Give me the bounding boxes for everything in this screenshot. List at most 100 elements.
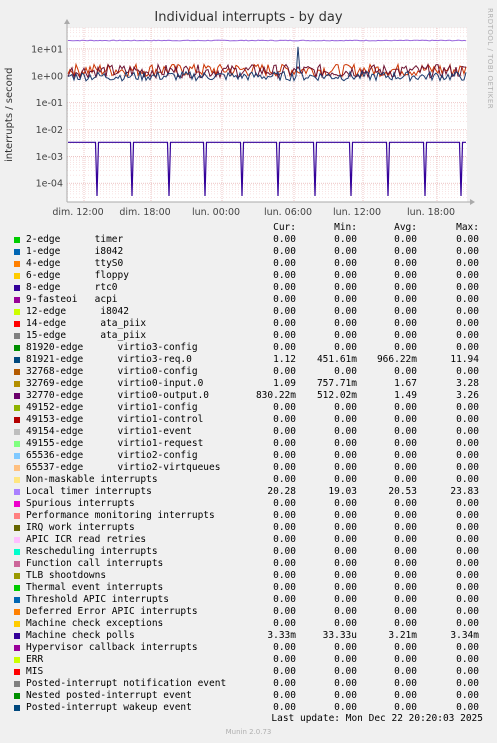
x-tick-label: lun. 06:00 — [264, 207, 312, 218]
legend-row: 2-edge timer 0.00 0.00 0.00 0.00 — [0, 234, 497, 246]
legend-label: IRQ work interrupts — [26, 522, 135, 533]
legend-swatch — [14, 369, 20, 375]
legend-swatch — [14, 261, 20, 267]
x-tick-label: lun. 18:00 — [407, 207, 455, 218]
legend-max-value: 3.26 — [456, 390, 479, 401]
legend-swatch — [14, 549, 20, 555]
legend-avg-value: 0.00 — [394, 522, 417, 533]
legend-avg-value: 0.00 — [394, 666, 417, 677]
legend-avg-value: 0.00 — [394, 306, 417, 317]
legend-swatch — [14, 333, 20, 339]
legend-row: Threshold APIC interrupts 0.00 0.00 0.00 0.0… — [0, 594, 497, 606]
legend-swatch — [14, 561, 20, 567]
legend-max-value: 0.00 — [456, 654, 479, 665]
legend-cur-value: 0.00 — [273, 402, 296, 413]
legend-avg-value: 0.00 — [394, 402, 417, 413]
legend-swatch — [14, 453, 20, 459]
legend-label: Nested posted-interrupt event — [26, 690, 192, 701]
legend-label: Rescheduling interrupts — [26, 546, 158, 557]
legend-row: Non-maskable interrupts 0.00 0.00 0.00 0.00 — [0, 474, 497, 486]
legend-cur-value: 0.00 — [273, 438, 296, 449]
legend-max-value: 3.28 — [456, 378, 479, 389]
legend-swatch — [14, 417, 20, 423]
legend-max-value: 0.00 — [456, 402, 479, 413]
plot-area — [67, 28, 467, 202]
legend-avg-value: 0.00 — [394, 642, 417, 653]
legend-row: APIC ICR read retries 0.00 0.00 0.00 0.00 — [0, 534, 497, 546]
legend-row: MIS 0.00 0.00 0.00 0.00 — [0, 666, 497, 678]
legend-avg-value: 0.00 — [394, 690, 417, 701]
legend-avg-value: 1.49 — [394, 390, 417, 401]
legend-cur-value: 0.00 — [273, 654, 296, 665]
col-avg-header: Avg: — [394, 222, 417, 233]
legend-label: 81921-edge virtio3-req.0 — [26, 354, 192, 365]
legend-max-value: 0.00 — [456, 318, 479, 329]
legend-label: 49155-edge virtio1-request — [26, 438, 204, 449]
legend-label: Performance monitoring interrupts — [26, 510, 215, 521]
legend-label: Posted-interrupt wakeup event — [26, 702, 192, 713]
legend-row: 65536-edge virtio2-config 0.00 0.00 0.00 0.0… — [0, 450, 497, 462]
legend-max-value: 0.00 — [456, 522, 479, 533]
legend-table: 2-edge timer 0.00 0.00 0.00 0.00 1-edge i8042… — [0, 234, 497, 714]
legend-avg-value: 0.00 — [394, 498, 417, 509]
legend-cur-value: 0.00 — [273, 462, 296, 473]
legend-row: 32768-edge virtio0-config 0.00 0.00 0.00 0.0… — [0, 366, 497, 378]
legend-cur-value: 3.33m — [267, 630, 296, 641]
legend-cur-value: 0.00 — [273, 318, 296, 329]
legend-cur-value: 0.00 — [273, 678, 296, 689]
legend-max-value: 0.00 — [456, 546, 479, 557]
legend-cur-value: 0.00 — [273, 234, 296, 245]
y-tick-label: 1e-04 — [36, 179, 63, 190]
legend-swatch — [14, 525, 20, 531]
legend-row: 15-edge ata_piix 0.00 0.00 0.00 0.00 — [0, 330, 497, 342]
legend-max-value: 0.00 — [456, 426, 479, 437]
legend-avg-value: 966.22m — [376, 354, 417, 365]
legend-row: IRQ work interrupts 0.00 0.00 0.00 0.00 — [0, 522, 497, 534]
legend-avg-value: 0.00 — [394, 258, 417, 269]
legend-row: 32770-edge virtio0-output.0 830.22m 512.02… — [0, 390, 497, 402]
legend-cur-value: 0.00 — [273, 546, 296, 557]
legend-swatch — [14, 381, 20, 387]
legend-swatch — [14, 597, 20, 603]
legend-row: 32769-edge virtio0-input.0 1.09 757.71m 1.6… — [0, 378, 497, 390]
legend-label: 32770-edge virtio0-output.0 — [26, 390, 210, 401]
legend-swatch — [14, 537, 20, 543]
legend-row: Machine check polls 3.33m 33.33u 3.21m 3.34m — [0, 630, 497, 642]
legend-swatch — [14, 393, 20, 399]
legend-max-value: 11.94 — [450, 354, 479, 365]
legend-cur-value: 0.00 — [273, 690, 296, 701]
legend-max-value: 0.00 — [456, 330, 479, 341]
y-tick-label: 1e-01 — [36, 98, 63, 109]
legend-label: Machine check exceptions — [26, 618, 164, 629]
legend-label: Spurious interrupts — [26, 498, 135, 509]
legend-cur-value: 0.00 — [273, 606, 296, 617]
legend-avg-value: 0.00 — [394, 426, 417, 437]
legend-label: Thermal event interrupts — [26, 582, 164, 593]
legend-max-value: 0.00 — [456, 270, 479, 281]
legend-cur-value: 0.00 — [273, 414, 296, 425]
legend-label: APIC ICR read retries — [26, 534, 147, 545]
chart-title: Individual interrupts - by day — [154, 10, 343, 25]
legend-label: 12-edge i8042 — [26, 306, 129, 317]
legend-label: Posted-interrupt notification event — [26, 678, 227, 689]
legend-avg-value: 0.00 — [394, 282, 417, 293]
legend-row: 4-edge ttyS0 0.00 0.00 0.00 0.00 — [0, 258, 497, 270]
legend-cur-value: 0.00 — [273, 450, 296, 461]
legend-max-value: 0.00 — [456, 606, 479, 617]
legend-label: Hypervisor callback interrupts — [26, 642, 198, 653]
y-tick-label: 1e+00 — [31, 71, 63, 82]
x-tick-label: dim. 12:00 — [52, 207, 103, 218]
legend-avg-value: 0.00 — [394, 318, 417, 329]
legend-label: 49153-edge virtio1-control — [26, 414, 204, 425]
legend-avg-value: 0.00 — [394, 414, 417, 425]
legend-label: 8-edge rtc0 — [26, 282, 118, 293]
legend-max-value: 0.00 — [456, 462, 479, 473]
legend-max-value: 0.00 — [456, 642, 479, 653]
legend-swatch — [14, 513, 20, 519]
legend-row: 49154-edge virtio1-event 0.00 0.00 0.00 0.00 — [0, 426, 497, 438]
legend-cur-value: 0.00 — [273, 270, 296, 281]
legend-cur-value: 0.00 — [273, 582, 296, 593]
legend-cur-value: 0.00 — [273, 510, 296, 521]
legend-cur-value: 0.00 — [273, 426, 296, 437]
legend-row: 6-edge floppy 0.00 0.00 0.00 0.00 — [0, 270, 497, 282]
